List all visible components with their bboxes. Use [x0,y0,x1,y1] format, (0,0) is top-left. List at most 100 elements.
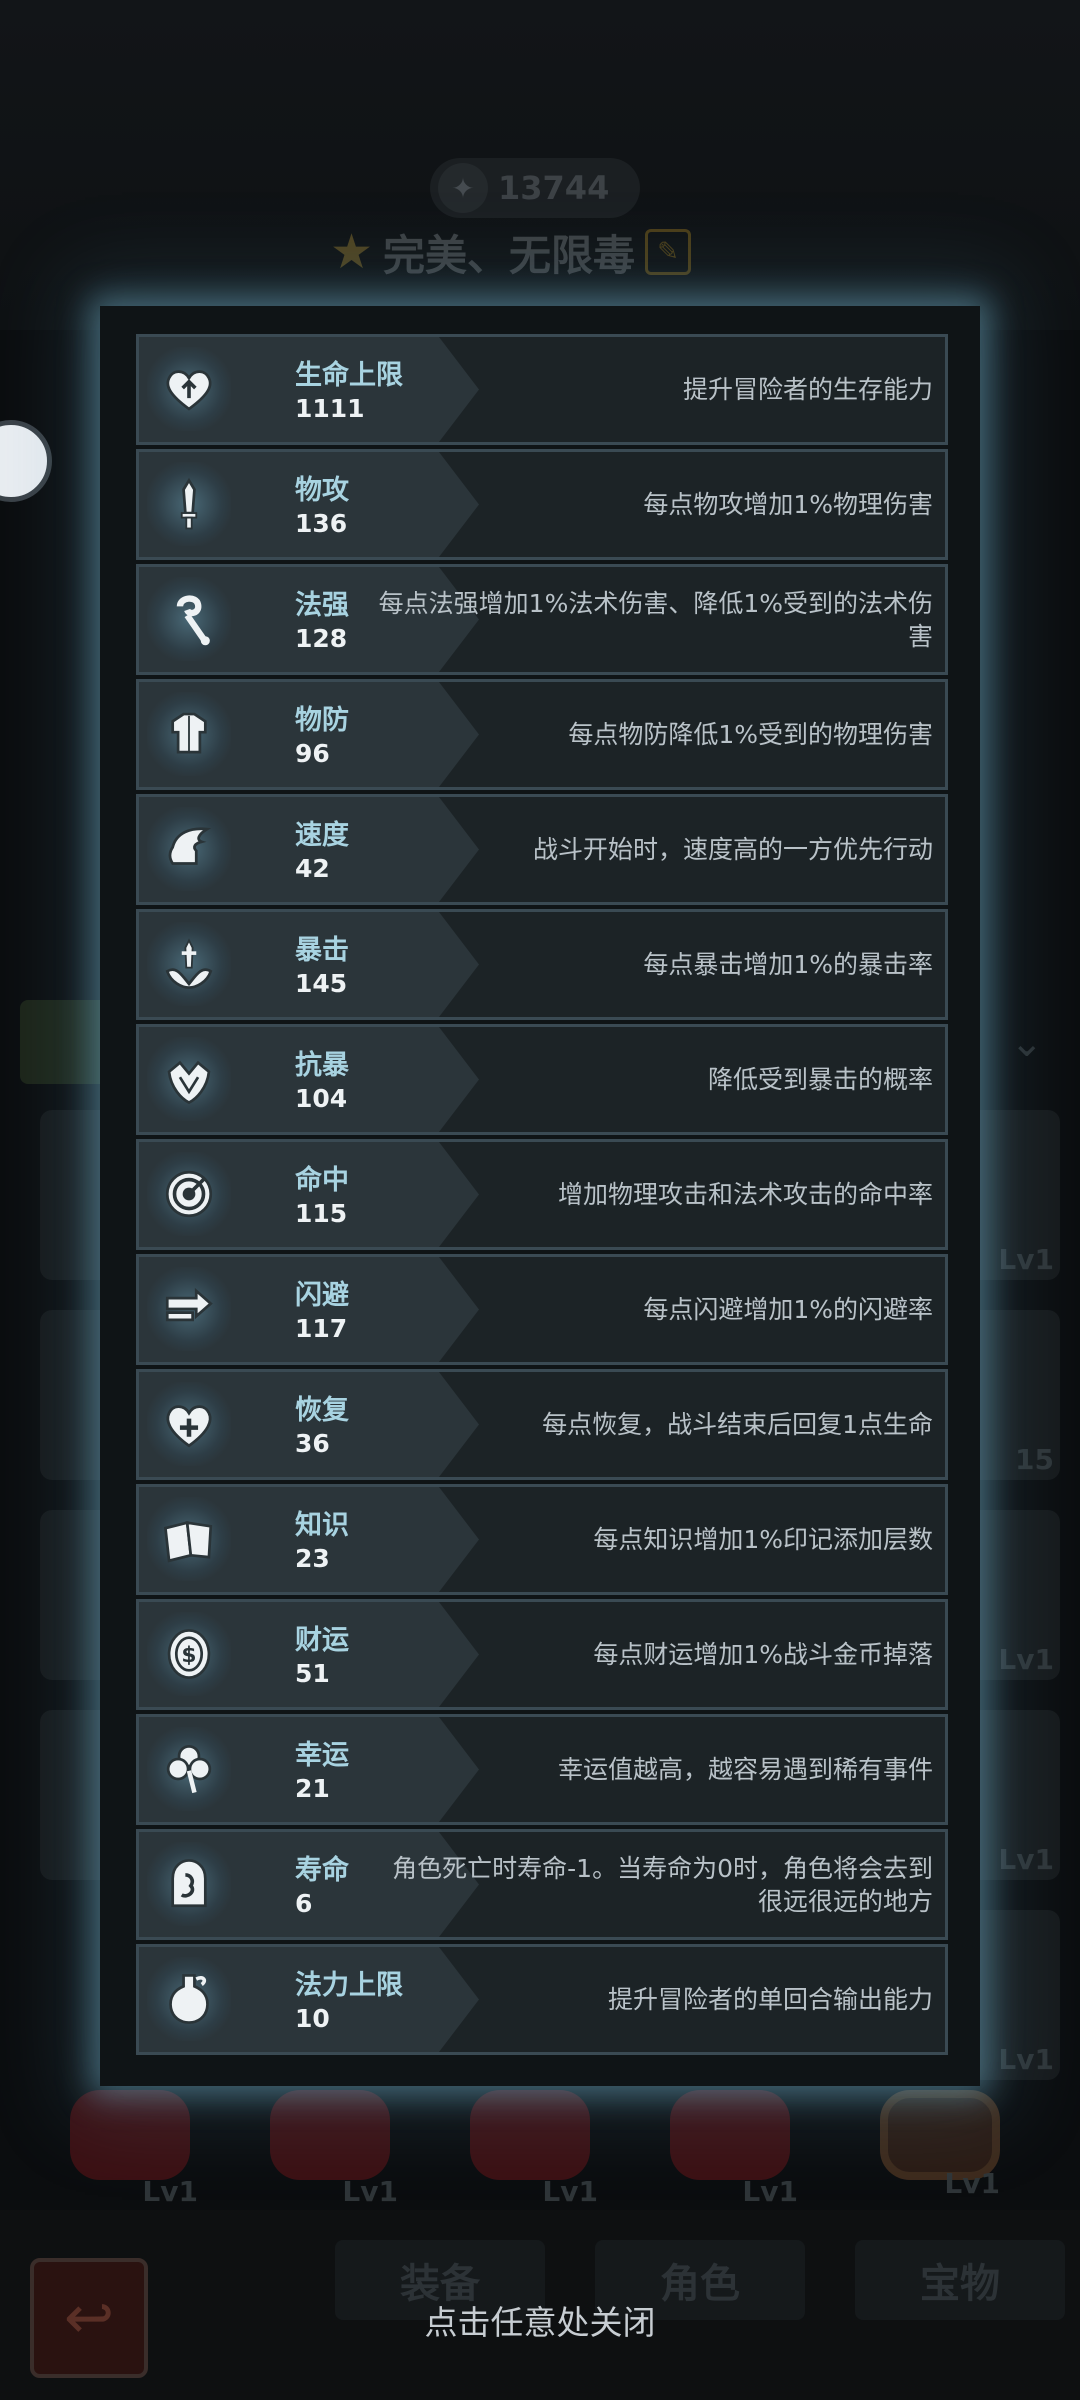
stat-value: 1111 [295,394,365,423]
stat-row: $ 财运 51 每点财运增加1%战斗金币掉落 [136,1599,948,1710]
tombstone-icon [147,1842,231,1926]
star-icon: ★ [330,224,374,280]
stat-description: 每点闪避增加1%的闪避率 [373,1257,933,1362]
currency-value: 13744 [498,169,610,207]
potion-icon [147,1957,231,2041]
equipped-ring[interactable]: Lv1 [880,2090,1000,2200]
close-hint[interactable]: 点击任意处关闭 [0,2296,1080,2344]
stat-value: 36 [295,1429,330,1458]
stat-description: 每点物攻增加1%物理伤害 [373,452,933,557]
sword-icon [147,462,231,546]
edit-icon[interactable]: ✎ [645,229,692,275]
stat-description: 幸运值越高，越容易遇到稀有事件 [373,1717,933,1822]
stat-name: 抗暴 [295,1050,349,1081]
staff-icon [147,577,231,661]
stat-row: 生命上限 1111 提升冒险者的生存能力 [136,334,948,445]
stat-name: 物防 [295,705,349,736]
stat-value: 115 [295,1199,348,1228]
stat-row: 命中 115 增加物理攻击和法术攻击的命中率 [136,1139,948,1250]
stat-description: 每点知识增加1%印记添加层数 [373,1487,933,1592]
stat-list: 生命上限 1111 提升冒险者的生存能力 物攻 136 每点物攻增加1%物理伤害 法强 128… [136,334,948,2059]
level-label: Lv1 [342,2175,398,2208]
level-label: Lv1 [998,1843,1054,1876]
stat-description-text: 战斗开始时，速度高的一方优先行动 [532,835,933,864]
stat-description-text: 降低受到暴击的概率 [707,1065,933,1094]
armor-icon [147,692,231,776]
level-label: Lv1 [142,2175,198,2208]
stat-description: 每点物防降低1%受到的物理伤害 [373,682,933,787]
level-label: Lv1 [998,2043,1054,2076]
stat-description: 每点恢复，战斗结束后回复1点生命 [373,1372,933,1477]
equipped-item[interactable]: Lv1 [270,2090,398,2208]
level-label: Lv1 [542,2175,598,2208]
stat-value: 23 [295,1544,330,1573]
stat-description-text: 增加物理攻击和法术攻击的命中率 [557,1180,933,1209]
stat-value: 51 [295,1659,330,1688]
level-label: Lv1 [742,2175,798,2208]
stat-name: 财运 [295,1625,349,1656]
stat-description: 降低受到暴击的概率 [373,1027,933,1132]
stat-description-text: 每点法强增加1%法术伤害、降低1%受到的法术伤害 [378,588,933,651]
dodge-arrows-icon [147,1267,231,1351]
currency-pill: ✦ 13744 [430,158,640,218]
stat-row: 幸运 21 幸运值越高，越容易遇到稀有事件 [136,1714,948,1825]
stat-value: 10 [295,2004,330,2033]
stat-name: 法强 [295,590,349,621]
team-title: 完美、无限毒 [383,230,636,280]
heart-plus-icon [147,1382,231,1466]
stat-value: 96 [295,739,330,768]
stat-row: 恢复 36 每点恢复，战斗结束后回复1点生命 [136,1369,948,1480]
chevron-down-icon[interactable]: ⌄ [1010,1020,1044,1066]
chat-bubble-button[interactable] [0,420,52,502]
stat-row: 物防 96 每点物防降低1%受到的物理伤害 [136,679,948,790]
stat-description-text: 角色死亡时寿命-1。当寿命为0时，角色将会去到很远很远的地方 [392,1853,933,1916]
stat-row: 法强 128 每点法强增加1%法术伤害、降低1%受到的法术伤害 [136,564,948,675]
team-title-row: ★ 完美、无限毒 ✎ [330,222,692,282]
stat-name: 知识 [295,1510,349,1541]
stat-description: 增加物理攻击和法术攻击的命中率 [373,1142,933,1247]
stat-value: 6 [295,1889,313,1918]
stat-description: 每点暴击增加1%的暴击率 [373,912,933,1017]
stat-row: 抗暴 104 降低受到暴击的概率 [136,1024,948,1135]
equipped-item[interactable]: Lv1 [70,2090,198,2208]
level-label: Lv1 [944,2167,1000,2200]
stat-description-text: 提升冒险者的生存能力 [682,375,933,404]
stat-row: 寿命 6 角色死亡时寿命-1。当寿命为0时，角色将会去到很远很远的地方 [136,1829,948,1940]
soul-coin-icon: ✦ [438,163,488,213]
equipped-item[interactable]: Lv1 [470,2090,598,2208]
stat-description-text: 提升冒险者的单回合输出能力 [607,1985,933,2014]
stat-value: 136 [295,509,348,538]
level-label: Lv1 [998,1243,1054,1276]
level-label: 15 [1015,1443,1054,1476]
stat-description-text: 每点恢复，战斗结束后回复1点生命 [542,1410,933,1439]
stat-value: 145 [295,969,348,998]
stat-row: 速度 42 战斗开始时，速度高的一方优先行动 [136,794,948,905]
stat-name: 恢复 [295,1395,349,1426]
equipped-items-row: Lv1 Lv1 Lv1 Lv1 Lv1 [60,2090,1050,2210]
stat-description: 每点法强增加1%法术伤害、降低1%受到的法术伤害 [373,567,933,672]
stat-row: 知识 23 每点知识增加1%印记添加层数 [136,1484,948,1595]
stat-value: 104 [295,1084,348,1113]
equipped-item[interactable]: Lv1 [670,2090,798,2208]
svg-text:$: $ [181,1643,196,1668]
crit-shield-icon [147,1037,231,1121]
stat-row: 物攻 136 每点物攻增加1%物理伤害 [136,449,948,560]
stat-name: 寿命 [295,1855,349,1886]
heart-up-icon [147,347,231,431]
stat-name: 速度 [295,820,349,851]
stat-value: 21 [295,1774,330,1803]
stat-description-text: 每点闪避增加1%的闪避率 [643,1295,933,1324]
stat-value: 128 [295,624,348,653]
stat-description-text: 每点物攻增加1%物理伤害 [643,490,933,519]
stat-description-text: 每点财运增加1%战斗金币掉落 [593,1640,933,1669]
book-icon [147,1497,231,1581]
winged-boot-icon [147,807,231,891]
stat-description-text: 幸运值越高，越容易遇到稀有事件 [557,1755,933,1784]
stat-row: 法力上限 10 提升冒险者的单回合输出能力 [136,1944,948,2055]
level-label: Lv1 [998,1643,1054,1676]
stat-description-text: 每点知识增加1%印记添加层数 [593,1525,933,1554]
stat-description: 每点财运增加1%战斗金币掉落 [373,1602,933,1707]
stat-row: 闪避 117 每点闪避增加1%的闪避率 [136,1254,948,1365]
stat-description-text: 每点暴击增加1%的暴击率 [643,950,933,979]
stat-description: 战斗开始时，速度高的一方优先行动 [373,797,933,902]
